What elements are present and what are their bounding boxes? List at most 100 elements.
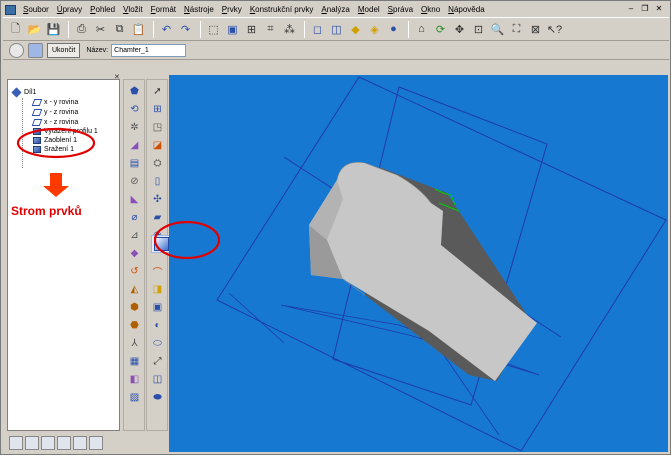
3d-viewport[interactable] xyxy=(169,75,668,452)
menu-sprava[interactable]: Správa xyxy=(384,5,417,14)
tree-item-chamfer[interactable]: Sražení 1 xyxy=(33,146,74,153)
sketches-tab-icon[interactable] xyxy=(41,436,55,450)
fillet-flyout-icon[interactable] xyxy=(154,237,169,251)
extrude-tool-icon[interactable]: ⬟ xyxy=(127,84,142,99)
menu-soubor[interactable]: Soubor xyxy=(19,5,53,14)
new-file-icon[interactable]: 🗋 xyxy=(7,21,24,38)
replace-face-icon[interactable]: ⛭ xyxy=(150,156,165,171)
wireframe-icon[interactable]: ◻ xyxy=(309,21,326,38)
menu-okno[interactable]: Okno xyxy=(417,5,444,14)
box-tool-icon[interactable]: ◫ xyxy=(150,372,165,387)
zoom-icon[interactable]: 🔍 xyxy=(489,21,506,38)
app-icon[interactable] xyxy=(5,4,16,15)
grid-icon[interactable]: ⊞ xyxy=(243,21,260,38)
minimize-icon[interactable]: – xyxy=(625,4,637,14)
step-back-icon[interactable] xyxy=(9,43,24,58)
main-toolbar: 🗋 📂 💾 ⎙ ✂ ⧉ 📋 ↶ ↷ ⬚ ▣ ⊞ ⌗ ⁂ ◻ ◫ ◆ ◈ ● ⌂ … xyxy=(3,17,669,41)
menu-analyza[interactable]: Analýza xyxy=(317,5,353,14)
menu-nastroje[interactable]: Nástroje xyxy=(180,5,218,14)
constraint-icon[interactable]: ⌗ xyxy=(262,21,279,38)
print-icon[interactable]: ⎙ xyxy=(73,21,90,38)
render-icon[interactable]: ● xyxy=(385,21,402,38)
copy-icon[interactable]: ⧉ xyxy=(111,21,128,38)
save-icon[interactable]: 💾 xyxy=(45,21,62,38)
layers-tab-icon[interactable] xyxy=(25,436,39,450)
pattern-icon[interactable]: ⁂ xyxy=(281,21,298,38)
web-tool-icon[interactable]: ◆ xyxy=(127,246,142,261)
zoom-window-icon[interactable]: ⊡ xyxy=(470,21,487,38)
rotate-view-icon[interactable]: ⟳ xyxy=(432,21,449,38)
cut-icon[interactable]: ✂ xyxy=(92,21,109,38)
hole-tool-icon[interactable]: ⊘ xyxy=(127,174,142,189)
modify-palette: ➚ ⊞ ◳ ◪ ⛭ ▯ ✣ ▰ ◉ ⌒ ◨ ▣ ◐ ⬭ ⤢ ◫ ⬬ xyxy=(146,79,211,431)
restore-icon[interactable]: ❐ xyxy=(639,4,651,14)
sweep-tool-icon[interactable]: ✲ xyxy=(127,120,142,135)
menu-pohled[interactable]: Pohled xyxy=(86,5,119,14)
zoom-all-icon[interactable]: ⊠ xyxy=(527,21,544,38)
redo-icon[interactable]: ↷ xyxy=(177,21,194,38)
paste-icon[interactable]: 📋 xyxy=(130,21,147,38)
emboss-tool-icon[interactable]: ◨ xyxy=(150,282,165,297)
offset-face-icon[interactable]: ▯ xyxy=(150,174,165,189)
open-file-icon[interactable]: 📂 xyxy=(26,21,43,38)
feature-tree-tab-icon[interactable] xyxy=(9,436,23,450)
measure-tool-icon[interactable]: ⊞ xyxy=(150,102,165,117)
pointer-tool-icon[interactable]: ➚ xyxy=(150,84,165,99)
mount-tool-icon[interactable]: ⬣ xyxy=(127,318,142,333)
shell-tool-icon[interactable]: ▤ xyxy=(127,156,142,171)
hidden-line-icon[interactable]: ◫ xyxy=(328,21,345,38)
split-tool-icon[interactable]: ◳ xyxy=(150,120,165,135)
tree-item-xz-plane[interactable]: x - z rovina xyxy=(31,119,78,126)
zoom-fit-icon[interactable]: ⛶ xyxy=(508,21,525,38)
revolve-tool-icon[interactable]: ⟲ xyxy=(127,102,142,117)
select-icon[interactable]: ⬚ xyxy=(205,21,222,38)
view-icon[interactable]: ⌂ xyxy=(413,21,430,38)
sphere-tool-icon[interactable]: ⬬ xyxy=(150,390,165,405)
sketch-icon[interactable]: ▣ xyxy=(224,21,241,38)
boss-tool-icon[interactable]: ⬢ xyxy=(127,300,142,315)
lip-tool-icon[interactable]: ◭ xyxy=(127,282,142,297)
menu-model[interactable]: Model xyxy=(354,5,384,14)
pan-icon[interactable]: ✥ xyxy=(451,21,468,38)
close-icon[interactable]: ✕ xyxy=(653,4,665,14)
cylinder-tool-icon[interactable]: ⬭ xyxy=(150,336,165,351)
grid-tab-icon[interactable] xyxy=(73,436,87,450)
loft-tool-icon[interactable]: ◢ xyxy=(127,138,142,153)
path-tool-icon[interactable]: ⤢ xyxy=(150,354,165,369)
help-pointer-icon[interactable]: ↖? xyxy=(546,21,563,38)
tree-item-fillet[interactable]: Zaoblení 1 xyxy=(33,137,77,144)
rib-tool-icon[interactable]: ⊿ xyxy=(127,228,142,243)
chamfer-step-icon[interactable] xyxy=(28,43,43,58)
menu-napoveda[interactable]: Nápověda xyxy=(444,5,488,14)
menu-vlozit[interactable]: Vložit xyxy=(119,5,147,14)
tree-root[interactable]: Díl1 xyxy=(11,87,36,98)
shaded-icon[interactable]: ◆ xyxy=(347,21,364,38)
shaded-edges-icon[interactable]: ◈ xyxy=(366,21,383,38)
mirror-tool-icon[interactable]: ◧ xyxy=(127,372,142,387)
fillet-variable-icon[interactable]: ⌒ xyxy=(150,264,165,279)
cut-tool-icon[interactable]: ◪ xyxy=(150,138,165,153)
config-tab-icon[interactable] xyxy=(89,436,103,450)
curve-tool-icon[interactable]: ↺ xyxy=(127,264,142,279)
finish-button[interactable]: Ukončit xyxy=(47,43,81,58)
menu-prvky[interactable]: Prvky xyxy=(218,5,246,14)
menu-upravy[interactable]: Úpravy xyxy=(53,5,86,14)
decal-tool-icon[interactable]: ▣ xyxy=(150,300,165,315)
pattern-tool-icon[interactable]: ▦ xyxy=(127,354,142,369)
snap-tool-icon[interactable]: ⅄ xyxy=(127,336,142,351)
plane-icon xyxy=(31,119,43,126)
menu-format[interactable]: Formát xyxy=(147,5,180,14)
thread-tool-icon[interactable]: ⌀ xyxy=(127,210,142,225)
delete-face-icon[interactable]: ▰ xyxy=(150,210,165,225)
scale-tool-icon[interactable]: ▨ xyxy=(127,390,142,405)
feature-name-input[interactable] xyxy=(111,44,187,57)
tree-item-extrusion[interactable]: Vytažení profilu 1 xyxy=(33,128,98,135)
tree-item-yz-plane[interactable]: y - z rovina xyxy=(31,109,78,116)
tree-item-xy-plane[interactable]: x - y rovina xyxy=(31,99,78,106)
draft-tool-icon[interactable]: ◣ xyxy=(127,192,142,207)
undo-icon[interactable]: ↶ xyxy=(158,21,175,38)
surface-tool-icon[interactable]: ◐ xyxy=(150,318,165,333)
move-face-icon[interactable]: ✣ xyxy=(150,192,165,207)
menu-konstrukcni-prvky[interactable]: Konstrukční prvky xyxy=(246,5,318,14)
library-tab-icon[interactable] xyxy=(57,436,71,450)
